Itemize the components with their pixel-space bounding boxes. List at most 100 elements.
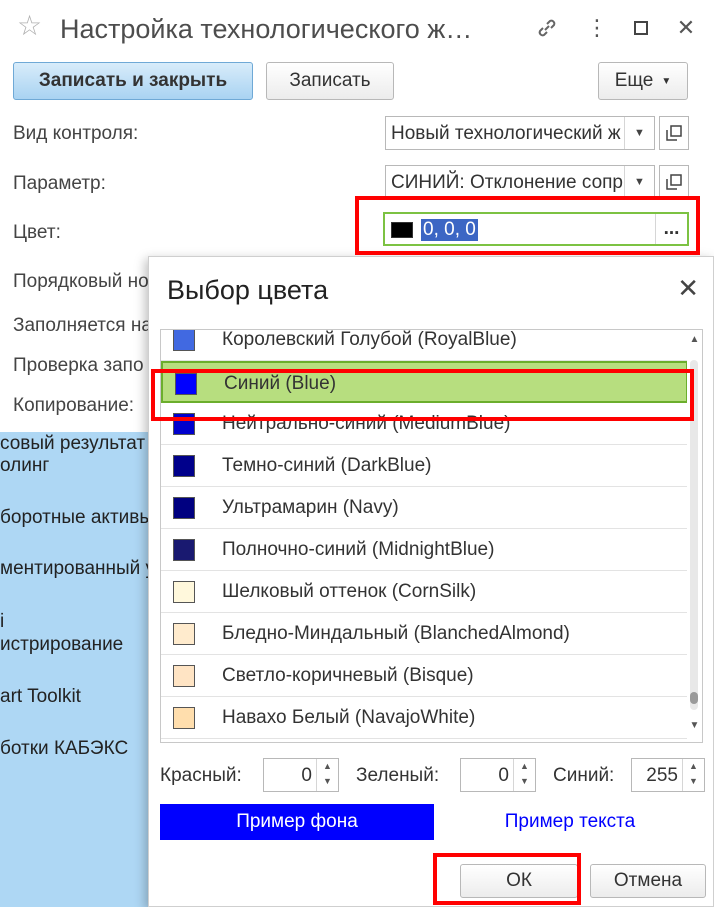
color-row-label: Бледно-Миндальный (BlanchedAlmond) (222, 623, 570, 644)
copy-label: Копирование: (13, 395, 135, 416)
more-button[interactable]: Еще ▼ (598, 62, 688, 100)
color-list[interactable]: Королевский Голубой (RoyalBlue) Синий (Bl… (160, 329, 703, 743)
sidebar-item[interactable]: art Toolkit (0, 686, 81, 708)
sidebar-item[interactable]: ментированный у (0, 558, 155, 580)
check-label: Проверка запо (13, 355, 144, 376)
red-stepper[interactable]: 0 ▲ ▼ (263, 758, 339, 792)
red-label: Красный: (160, 765, 242, 786)
sidebar-item[interactable]: совый результат (0, 433, 145, 455)
chevron-up-icon[interactable]: ▲ (317, 761, 338, 771)
save-and-close-button[interactable]: Записать и закрыть (13, 62, 253, 100)
green-stepper[interactable]: 0 ▲ ▼ (460, 758, 536, 792)
title-bar: ☆ Настройка технологического ж… ⋮ ✕ (0, 0, 714, 58)
color-row-label: Нейтрально-синий (MediumBlue) (222, 413, 511, 434)
color-row[interactable]: Ультрамарин (Navy) (161, 487, 688, 529)
color-row[interactable]: Королевский Голубой (RoyalBlue) (161, 329, 688, 361)
sidebar-item[interactable]: боротные активы (0, 507, 153, 529)
parameter-value: СИНИЙ: Отклонение сопр (391, 172, 623, 193)
ok-button[interactable]: ОК (460, 864, 578, 898)
blue-stepper-arrows[interactable]: ▲ ▼ (682, 759, 704, 791)
open-icon[interactable] (659, 165, 689, 199)
parameter-label: Параметр: (13, 173, 106, 194)
close-icon[interactable]: ✕ (672, 14, 700, 42)
more-vertical-icon[interactable]: ⋮ (583, 14, 611, 42)
open-icon[interactable] (659, 116, 689, 150)
parameter-field[interactable]: СИНИЙ: Отклонение сопр ▼ (385, 165, 655, 199)
color-swatch (173, 581, 195, 603)
color-row-label: Королевский Голубой (RoyalBlue) (222, 329, 517, 350)
color-swatch (173, 539, 195, 561)
color-row[interactable]: Темно-синий (DarkBlue) (161, 445, 688, 487)
chevron-up-icon[interactable]: ▲ (514, 761, 535, 771)
color-row-label: Светло-коричневый (Bisque) (222, 665, 474, 686)
chevron-down-icon: ▼ (661, 75, 672, 87)
color-value: 0, 0, 0 (421, 219, 478, 241)
chevron-down-icon[interactable]: ▼ (514, 776, 535, 786)
control-type-field[interactable]: Новый технологический ж ▼ (385, 116, 655, 150)
chevron-down-icon[interactable]: ▼ (317, 776, 338, 786)
color-swatch (173, 665, 195, 687)
color-swatch (173, 413, 195, 435)
favorite-star-icon[interactable]: ☆ (17, 12, 42, 40)
color-swatch (173, 330, 195, 351)
scroll-track[interactable] (690, 360, 698, 710)
chevron-up-icon[interactable]: ▲ (683, 761, 704, 771)
scroll-thumb[interactable] (690, 692, 698, 704)
sidebar-item[interactable]: истрирование (0, 634, 123, 656)
chevron-down-icon[interactable]: ▼ (624, 117, 654, 149)
sidebar-item[interactable]: олинг (0, 455, 49, 477)
filled-label: Заполняется на (13, 315, 152, 336)
color-field[interactable]: 0, 0, 0 ... (383, 212, 689, 246)
color-swatch (173, 623, 195, 645)
color-row[interactable]: Полночно-синий (MidnightBlue) (161, 529, 688, 571)
maximize-icon[interactable] (627, 14, 655, 42)
blue-value: 255 (646, 765, 678, 786)
color-row[interactable]: Шелковый оттенок (CornSilk) (161, 571, 688, 613)
link-icon[interactable] (533, 14, 561, 42)
order-label: Порядковый но (13, 271, 149, 292)
more-button-label: Еще (614, 70, 654, 91)
scrollbar[interactable]: ▲ ▼ (687, 330, 702, 742)
control-type-label: Вид контроля: (13, 123, 139, 144)
red-stepper-arrows[interactable]: ▲ ▼ (316, 759, 338, 791)
save-button[interactable]: Записать (266, 62, 394, 100)
blue-stepper[interactable]: 255 ▲ ▼ (631, 758, 705, 792)
blue-label: Синий: (553, 765, 615, 786)
window-title: Настройка технологического ж… (60, 14, 473, 44)
color-row-label: Ультрамарин (Navy) (222, 497, 399, 518)
background-sample: Пример фона (160, 804, 434, 840)
control-type-value: Новый технологический ж (391, 123, 621, 144)
green-stepper-arrows[interactable]: ▲ ▼ (513, 759, 535, 791)
text-sample: Пример текста (504, 811, 636, 832)
color-row[interactable]: Бледно-Миндальный (BlanchedAlmond) (161, 613, 688, 655)
scroll-up-icon[interactable]: ▲ (687, 334, 702, 345)
scroll-down-icon[interactable]: ▼ (687, 720, 702, 731)
color-swatch (391, 222, 413, 238)
color-row-selected[interactable]: Синий (Blue) (161, 361, 688, 403)
color-row-label: Синий (Blue) (224, 373, 337, 394)
cancel-button[interactable]: Отмена (590, 864, 706, 898)
color-picker-dialog: Выбор цвета ✕ Королевский Голубой (Royal… (148, 256, 714, 907)
color-swatch (175, 373, 197, 395)
color-row-label: Навахо Белый (NavajoWhite) (222, 707, 476, 728)
sidebar-item[interactable]: ботки КАБЭКС (0, 738, 128, 760)
color-swatch (173, 497, 195, 519)
toolbar: Записать и закрыть Записать Еще ▼ (0, 58, 714, 106)
sidebar-item[interactable]: і (0, 611, 4, 633)
red-value: 0 (301, 765, 312, 786)
color-row-label: Полночно-синий (MidnightBlue) (222, 539, 495, 560)
color-swatch (173, 707, 195, 729)
ellipsis-button[interactable]: ... (655, 214, 687, 244)
color-swatch (173, 455, 195, 477)
background-sidebar (0, 432, 160, 907)
color-row-label: Темно-синий (DarkBlue) (222, 455, 432, 476)
green-label: Зеленый: (356, 765, 440, 786)
green-value: 0 (498, 765, 509, 786)
color-row[interactable]: Светло-коричневый (Bisque) (161, 655, 688, 697)
dialog-title: Выбор цвета (167, 275, 329, 305)
chevron-down-icon[interactable]: ▼ (624, 166, 654, 198)
color-row[interactable]: Нейтрально-синий (MediumBlue) (161, 403, 688, 445)
color-row[interactable]: Навахо Белый (NavajoWhite) (161, 697, 688, 739)
close-icon[interactable]: ✕ (677, 273, 699, 304)
chevron-down-icon[interactable]: ▼ (683, 776, 704, 786)
